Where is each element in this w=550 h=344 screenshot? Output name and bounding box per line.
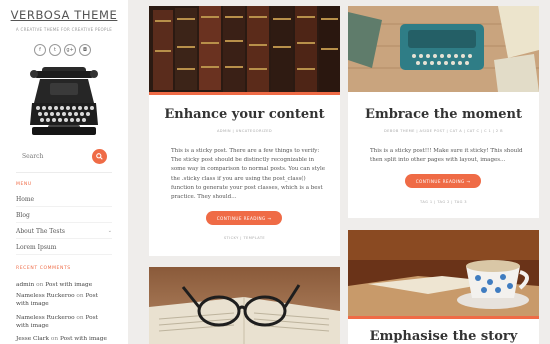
post-title[interactable]: Enhance your content bbox=[149, 107, 340, 122]
facebook-icon[interactable]: f bbox=[34, 44, 46, 56]
menu-item-home[interactable]: Home bbox=[16, 191, 112, 207]
excerpt-line: practice. They should… bbox=[171, 194, 237, 201]
comment-author-link[interactable]: admin bbox=[16, 282, 34, 288]
excerpt-line: the .sticky class if you are using the p… bbox=[171, 175, 306, 182]
search-button[interactable] bbox=[92, 149, 107, 164]
post-thumbnail-typewriter-image[interactable] bbox=[348, 6, 539, 92]
post-thumbnail-books-image[interactable] bbox=[149, 6, 340, 92]
post-meta: DEBOB THEME | ASIDE POST | CAT A | CAT C… bbox=[384, 129, 503, 133]
menu-item-label: Blog bbox=[16, 211, 30, 219]
divider bbox=[16, 172, 112, 173]
accent-bar bbox=[348, 316, 539, 319]
post-card: Embrace the moment DEBOB THEME | ASIDE P… bbox=[348, 6, 539, 218]
accent-bar bbox=[149, 92, 340, 95]
comment-on: on bbox=[36, 282, 44, 288]
recent-comment: Jesse Clark on Post with image bbox=[16, 335, 112, 343]
excerpt-line: This is a sticky post!!! Make sure it st… bbox=[370, 148, 523, 154]
recent-comment: Nameless Ruckeroo on Post with image bbox=[16, 314, 112, 330]
post-meta: ADMIN | UNCATEGORIZED bbox=[216, 129, 273, 133]
menu-label: MENU bbox=[16, 182, 32, 187]
typewriter-avatar-image bbox=[30, 67, 98, 135]
comment-post-link[interactable]: Post with image bbox=[45, 282, 92, 288]
excerpt-line: This is a sticky post. There are a few t… bbox=[171, 148, 320, 154]
google-plus-icon[interactable]: g+ bbox=[64, 44, 76, 56]
excerpt-line: some way in comparison to normal posts. … bbox=[171, 166, 325, 173]
menu-item-label: Lorem Ipsum bbox=[16, 243, 57, 251]
comment-post-link[interactable]: Post with image bbox=[60, 336, 107, 342]
post-card bbox=[149, 267, 340, 344]
excerpt-line: The sticky post should be distinctly rec… bbox=[171, 157, 315, 164]
post-card: Emphasise the story bbox=[348, 230, 539, 344]
continue-reading-button[interactable]: CONTINUE READING → bbox=[405, 174, 481, 188]
post-card: Enhance your content ADMIN | UNCATEGORIZ… bbox=[149, 6, 340, 256]
post-tags: TAG 1 | TAG 2 | TAG 3 bbox=[420, 200, 467, 204]
menu-item-about-the-tests[interactable]: About The Tests ⌄ bbox=[16, 223, 112, 239]
chevron-down-icon[interactable]: ⌄ bbox=[108, 228, 112, 234]
twitter-icon[interactable]: t bbox=[49, 44, 61, 56]
search-icon bbox=[96, 153, 103, 160]
comment-on: on bbox=[76, 315, 84, 321]
excerpt-line: then split into other pages with layout,… bbox=[370, 157, 506, 164]
site-title[interactable]: VERBOSA THEME bbox=[0, 8, 128, 22]
menu-item-label: About The Tests bbox=[16, 227, 65, 235]
recent-comments-label: RECENT COMMENTS bbox=[16, 266, 71, 271]
continue-reading-button[interactable]: CONTINUE READING → bbox=[206, 211, 282, 225]
button-label: CONTINUE READING bbox=[216, 215, 266, 221]
instagram-icon[interactable]: ◘ bbox=[79, 44, 91, 56]
comment-author-link[interactable]: Jesse Clark bbox=[16, 336, 49, 342]
menu-item-lorem-ipsum[interactable]: Lorem Ipsum bbox=[16, 239, 112, 255]
search-input[interactable] bbox=[22, 150, 90, 162]
post-excerpt: This is a sticky post. There are a few t… bbox=[171, 147, 331, 202]
post-title[interactable]: Emphasise the story bbox=[348, 329, 539, 344]
recent-comment: Nameless Ruckeroo on Post with image bbox=[16, 292, 112, 308]
recent-comment: admin on Post with image bbox=[16, 281, 112, 289]
menu-item-label: Home bbox=[16, 195, 35, 203]
comment-author-link[interactable]: Nameless Ruckeroo bbox=[16, 293, 75, 299]
button-label: CONTINUE READING bbox=[415, 178, 465, 184]
post-excerpt: This is a sticky post!!! Make sure it st… bbox=[370, 147, 530, 165]
excerpt-line: function to generate your post classes, … bbox=[171, 184, 323, 191]
sidebar: VERBOSA THEME A CREATIVE THEME FOR CREAT… bbox=[0, 0, 128, 344]
site-tagline: A CREATIVE THEME FOR CREATIVE PEOPLE bbox=[15, 27, 113, 32]
comment-on: on bbox=[76, 293, 84, 299]
post-title[interactable]: Embrace the moment bbox=[348, 107, 539, 122]
comment-on: on bbox=[50, 336, 59, 342]
post-tags: STICKY | TEMPLATE bbox=[223, 236, 266, 240]
social-links: f t g+ ◘ bbox=[34, 44, 91, 56]
post-thumbnail-glasses-image[interactable] bbox=[149, 267, 340, 344]
post-thumbnail-teacup-image[interactable] bbox=[348, 230, 539, 316]
menu-item-blog[interactable]: Blog bbox=[16, 207, 112, 223]
comment-author-link[interactable]: Nameless Ruckeroo bbox=[16, 315, 75, 321]
